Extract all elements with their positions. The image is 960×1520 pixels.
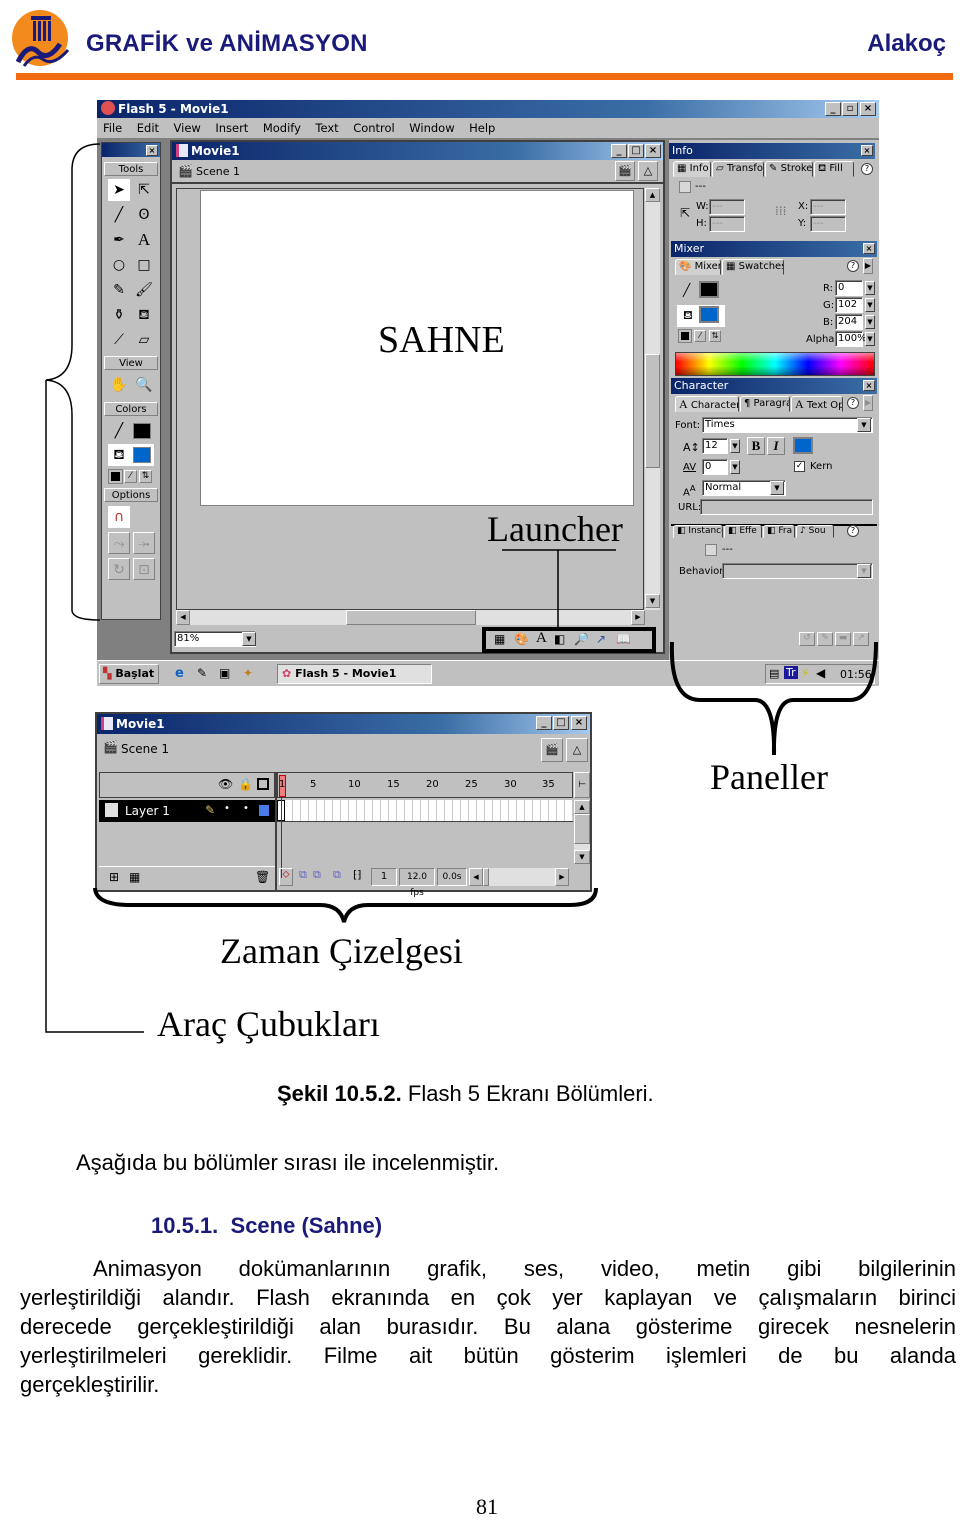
section-heading: 10.5.1. Scene (Sahne) [151,1213,382,1239]
panels-annotation: Paneller [710,757,828,797]
timeline-brace [93,887,598,923]
panels-brace [669,641,878,756]
toolbars-bracket [45,143,101,621]
stage-annotation: SAHNE [378,319,505,361]
paragraph-line: yerleştirilmeleri gereklidir. Filme ait … [20,1343,956,1368]
annotation-lines [45,143,878,1033]
toolbars-annotation: Araç Çubukları [157,1004,380,1044]
paragraph-line: Animasyon dokümanlarının grafik, ses, vi… [93,1256,956,1281]
section-title: Scene (Sahne) [230,1213,383,1238]
paragraph-line: derecede gerçekleştirildiği alan burasıd… [20,1314,956,1339]
paragraph-line: gerçekleştirilir. [20,1372,160,1397]
figure-caption: Şekil 10.5.2. Flash 5 Ekranı Bölümleri. [277,1081,654,1107]
figure-caption-text: Flash 5 Ekranı Bölümleri. [407,1081,654,1106]
section-number: 10.5.1. [151,1213,219,1238]
launcher-annotation: Launcher [487,509,623,549]
figure-number: Şekil 10.5.2. [277,1081,402,1106]
intro-text: Aşağıda bu bölümler sırası ile incelenmi… [76,1150,500,1175]
toolbars-leader-line [45,380,144,1033]
paragraph-line: yerleştirildiği alandır. Flash ekranında… [20,1285,956,1310]
section-paragraph: Animasyon dokümanlarının grafik, ses, vi… [20,1254,956,1399]
page-number: 81 [476,1494,498,1519]
timeline-annotation: Zaman Çizelgesi [220,931,463,971]
